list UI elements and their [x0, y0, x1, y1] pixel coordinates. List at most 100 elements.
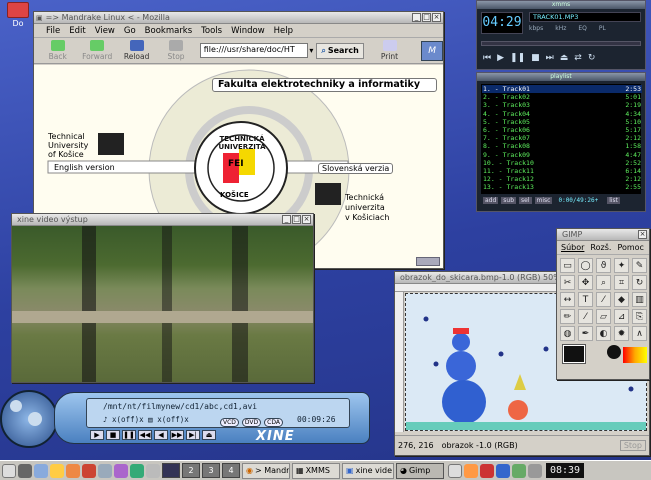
shuffle-button[interactable]: ⇄: [574, 53, 582, 63]
playlist-row[interactable]: 4. - Track04 4:34: [482, 110, 642, 118]
url-dropdown-icon[interactable]: ▾: [309, 46, 313, 55]
task-xine[interactable]: ▣ xine vide: [342, 462, 394, 479]
stop-button[interactable]: ■: [106, 430, 120, 440]
dodge-icon[interactable]: ◐: [596, 326, 611, 341]
window-menu-icon[interactable]: ▣: [36, 14, 43, 22]
pl-toggle[interactable]: PL: [599, 25, 606, 32]
playlist-row[interactable]: 8. - Track08 1:58: [482, 142, 642, 150]
playlist-row[interactable]: 7. - Track07 2:12: [482, 134, 642, 142]
prev-button[interactable]: ⏮: [483, 53, 491, 63]
xmms-main-window[interactable]: xmms 04:29 TRACK01.MP3 kbps kHz EQ PL ⏮ ▶ ❚❚ ■…: [476, 0, 646, 70]
close-button[interactable]: ×: [302, 215, 311, 224]
playlist-row[interactable]: 9. - Track09 4:47: [482, 151, 642, 159]
minimize-button[interactable]: _: [282, 215, 291, 224]
eq-toggle[interactable]: EQ: [578, 25, 587, 32]
tray-icon[interactable]: [464, 463, 478, 478]
rect-select-icon[interactable]: ▭: [560, 258, 575, 273]
tray-icon[interactable]: [448, 463, 462, 478]
minimize-button[interactable]: _: [412, 13, 421, 22]
play-button[interactable]: ▶: [497, 53, 504, 63]
eject-button[interactable]: ⏏: [202, 430, 216, 440]
measure-icon[interactable]: ∧: [632, 326, 647, 341]
play-button[interactable]: ▶: [90, 430, 104, 440]
ink-icon[interactable]: ✒: [578, 326, 593, 341]
convolve-icon[interactable]: ✹: [614, 326, 629, 341]
mail-icon[interactable]: [130, 463, 144, 478]
dvd-button[interactable]: DVD: [241, 418, 262, 427]
english-version-link[interactable]: English version: [54, 163, 115, 172]
pl-list-button[interactable]: list: [607, 197, 621, 204]
mozilla-titlebar[interactable]: ▣ => Mandrake Linux < - Mozilla _ □ ×: [34, 12, 443, 24]
xine-round-button[interactable]: [28, 412, 42, 426]
star-menu-icon[interactable]: [2, 463, 16, 478]
bezier-icon[interactable]: ✎: [632, 258, 647, 273]
transform-icon[interactable]: ↻: [632, 275, 647, 290]
firefox-icon[interactable]: [66, 463, 80, 478]
menu-edit[interactable]: Edit: [69, 26, 85, 36]
menu-bookmarks[interactable]: Bookmarks: [145, 26, 193, 36]
gimp-menu-xtns[interactable]: Rozš.: [590, 243, 611, 252]
xmms-seek-bar[interactable]: [481, 41, 641, 46]
gimp-titlebar[interactable]: GIMP ×: [557, 229, 649, 241]
pause-button[interactable]: ❚❚: [510, 53, 525, 63]
xine-video-titlebar[interactable]: xine video výstup _ □ ×: [12, 214, 313, 226]
playlist-row[interactable]: 5. - Track05 5:10: [482, 118, 642, 126]
move-icon[interactable]: ✥: [578, 275, 593, 290]
playlist-row[interactable]: 2. - Track02 5:01: [482, 93, 642, 101]
cda-button[interactable]: CDA: [264, 418, 283, 427]
playlist-row[interactable]: 1. - Track01 2:53: [482, 85, 642, 94]
eject-button[interactable]: ⏏: [560, 53, 569, 63]
playlist-row[interactable]: 12. - Track12 2:12: [482, 175, 642, 183]
brush-preview-icon[interactable]: [607, 345, 621, 359]
task-gimp[interactable]: ◕ Gimp: [396, 462, 444, 479]
ellipse-select-icon[interactable]: ◯: [578, 258, 593, 273]
brush-icon[interactable]: ⁄: [578, 309, 593, 324]
home-icon[interactable]: [34, 463, 48, 478]
crop-icon[interactable]: ⌗: [614, 275, 629, 290]
mozilla-throbber-icon[interactable]: M: [421, 40, 443, 61]
gimp-toolbox[interactable]: GIMP × Súbor Rozš. Pomoc ▭ ◯ ϑ ✦ ✎ ✂ ✥ ⌕ …: [556, 228, 650, 380]
task-mozilla[interactable]: ◉> Mandra: [242, 462, 290, 479]
tray-icon[interactable]: [480, 463, 494, 478]
playlist-row[interactable]: 13. - Track13 2:55: [482, 183, 642, 191]
gradient-preview[interactable]: [623, 347, 647, 363]
vcd-button[interactable]: VCD: [220, 418, 239, 427]
editor-icon[interactable]: [98, 463, 112, 478]
close-button[interactable]: ×: [432, 13, 441, 22]
forward-button[interactable]: Forward: [77, 40, 116, 61]
flip-icon[interactable]: ↔: [560, 292, 575, 307]
xine-audio-channel[interactable]: x(off)x: [112, 415, 144, 424]
lasso-icon[interactable]: ϑ: [596, 258, 611, 273]
slovak-version-link[interactable]: Slovenská verzia: [318, 163, 394, 174]
xine-subtitle-channel[interactable]: x(off)x: [157, 415, 189, 424]
games-icon[interactable]: [82, 463, 96, 478]
konqueror-icon[interactable]: [50, 463, 64, 478]
pl-add-button[interactable]: add: [483, 197, 499, 204]
repeat-button[interactable]: ↻: [588, 53, 596, 63]
scissors-icon[interactable]: ✂: [560, 275, 575, 290]
next-button[interactable]: ⏭: [546, 53, 554, 63]
fuzzy-select-icon[interactable]: ✦: [614, 258, 629, 273]
playlist-row[interactable]: 6. - Track06 5:17: [482, 126, 642, 134]
menu-tools[interactable]: Tools: [201, 26, 222, 36]
pause-button[interactable]: ❚❚: [122, 430, 136, 440]
menu-window[interactable]: Window: [231, 26, 265, 36]
gradient-icon[interactable]: ▥: [632, 292, 647, 307]
search-button[interactable]: ⌕ Search: [316, 42, 364, 59]
playlist-row[interactable]: 3. - Track03 2:19: [482, 101, 642, 109]
maximize-button[interactable]: □: [292, 215, 301, 224]
menu-go[interactable]: Go: [124, 26, 136, 36]
pl-misc-button[interactable]: misc: [534, 197, 553, 204]
menu-file[interactable]: File: [46, 26, 60, 36]
magnify-icon[interactable]: ⌕: [596, 275, 611, 290]
xine-control-panel[interactable]: /mnt/nt/filmynew/cd1/abc,cd1,avi ♪ x(off…: [0, 388, 370, 454]
pager-desktop-2[interactable]: 2: [182, 463, 200, 478]
tray-icon[interactable]: [496, 463, 510, 478]
help-icon[interactable]: [146, 463, 160, 478]
playlist-row[interactable]: 11. - Track11 6:14: [482, 167, 642, 175]
rewind-button[interactable]: ◀: [154, 430, 168, 440]
reload-button[interactable]: Reload: [117, 40, 156, 61]
maximize-button[interactable]: □: [422, 13, 431, 22]
eraser-icon[interactable]: ▱: [596, 309, 611, 324]
next-button[interactable]: ▶|: [186, 430, 200, 440]
